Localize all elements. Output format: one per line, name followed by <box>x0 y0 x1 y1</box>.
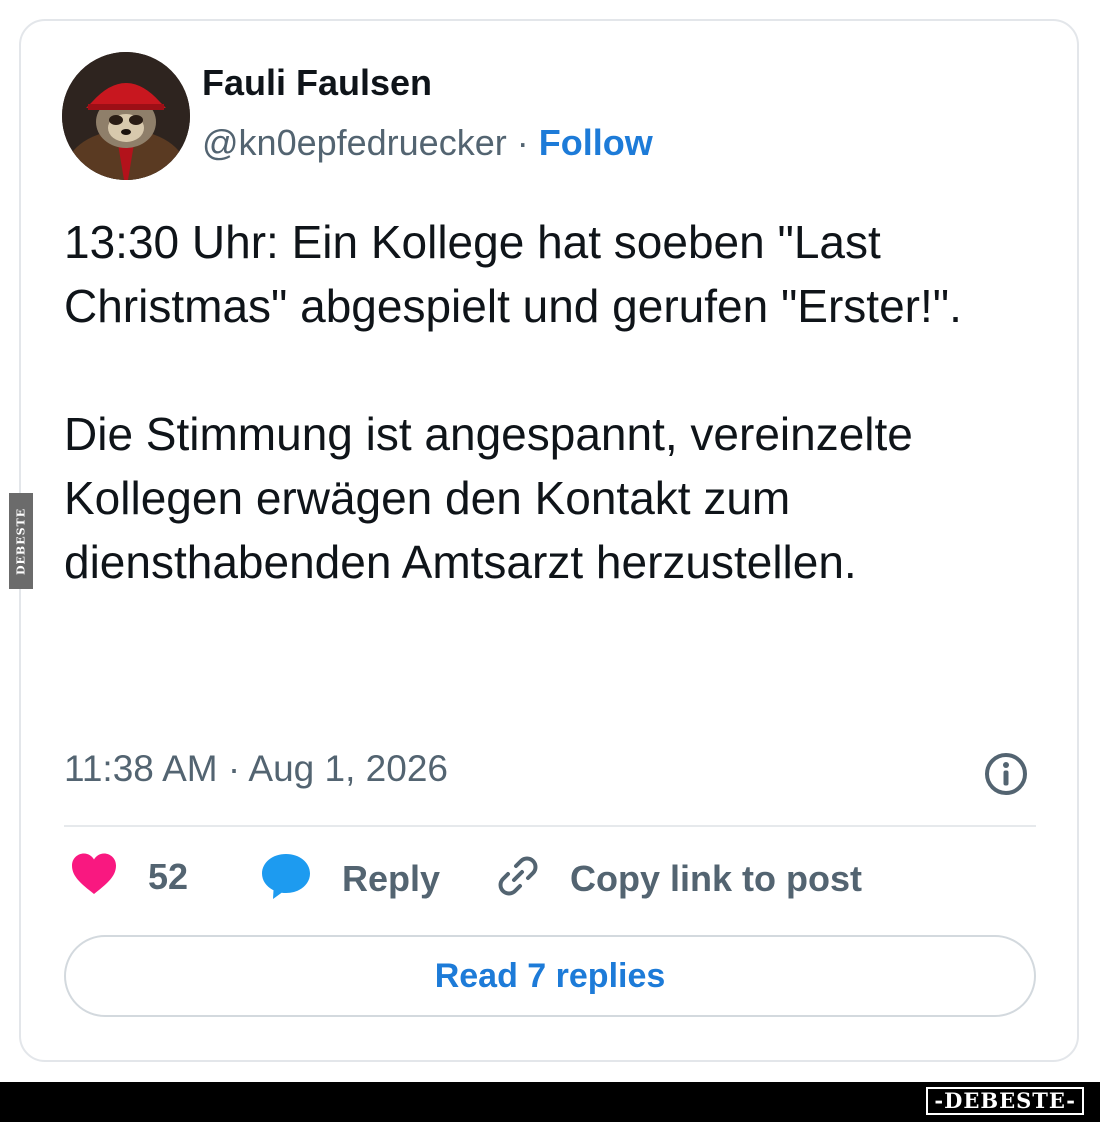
copy-link-button[interactable]: Copy link to post <box>494 852 862 905</box>
footer-logo: -DEBESTE- <box>926 1087 1084 1115</box>
author-handle[interactable]: @kn0epfedruecker <box>202 122 507 163</box>
author-handle-row: @kn0epfedruecker · Follow <box>202 122 653 164</box>
avatar[interactable] <box>62 52 190 180</box>
reply-button[interactable]: Reply <box>260 852 440 905</box>
link-icon <box>494 852 542 905</box>
copy-link-label: Copy link to post <box>570 857 862 899</box>
footer-bar: -DEBESTE- <box>0 1082 1100 1122</box>
post-text: 13:30 Uhr: Ein Kollege hat soeben "Last … <box>64 216 962 588</box>
like-count: 52 <box>148 855 189 897</box>
read-replies-button[interactable]: Read 7 replies <box>64 935 1036 1017</box>
heart-icon <box>70 852 118 901</box>
speech-bubble-icon <box>260 852 312 905</box>
post-timestamp[interactable]: 11:38 AM · Aug 1, 2026 <box>64 748 448 790</box>
like-button[interactable]: 52 <box>70 852 188 901</box>
divider <box>64 825 1036 827</box>
handle-separator: · <box>506 122 539 163</box>
follow-button[interactable]: Follow <box>539 122 653 163</box>
side-watermark: DEBESTE <box>9 493 33 589</box>
info-icon[interactable] <box>982 750 1030 798</box>
author-display-name[interactable]: Fauli Faulsen <box>202 62 432 104</box>
reply-label: Reply <box>342 857 441 899</box>
